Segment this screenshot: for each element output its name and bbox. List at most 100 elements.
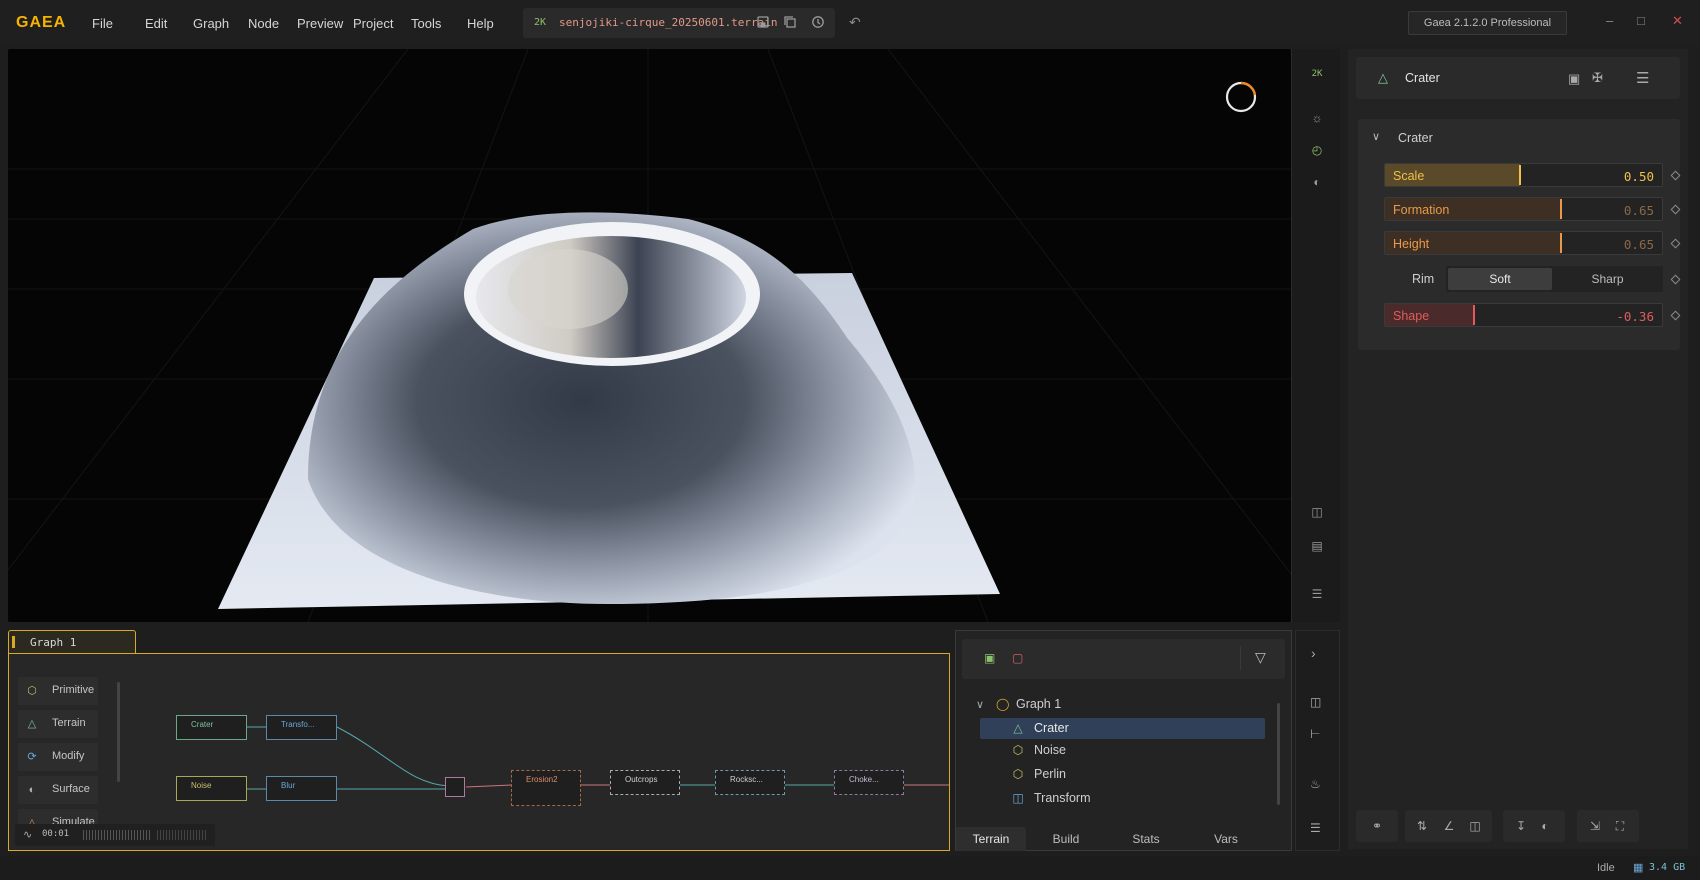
- fullscreen-icon[interactable]: ⛶: [1612, 818, 1628, 834]
- split-view-icon[interactable]: ◫: [1308, 503, 1326, 521]
- shape-value: -0.36: [1616, 309, 1654, 324]
- formation-slider[interactable]: Formation 0.65: [1384, 197, 1663, 221]
- node-graph[interactable]: ⬡ Primitive △ Terrain ⟳ Modify ◐ Surface…: [8, 653, 950, 851]
- tab-stats[interactable]: Stats: [1106, 827, 1186, 851]
- layout-icon[interactable]: ▣: [1568, 71, 1580, 87]
- menu-icon[interactable]: ☰: [1636, 69, 1649, 87]
- height-value: 0.65: [1623, 237, 1654, 252]
- graph-node-crater[interactable]: Crater: [176, 715, 247, 740]
- tree-item-perlin[interactable]: Perlin: [1034, 767, 1066, 781]
- app-logo: GAEA: [16, 14, 67, 31]
- rim-keyframe-icon[interactable]: [1670, 274, 1681, 285]
- menu-graph[interactable]: Graph: [193, 16, 229, 31]
- scale-value: 0.50: [1623, 169, 1654, 184]
- toolbar-group-3: ↧ ◐: [1503, 810, 1565, 842]
- maximize-icon[interactable]: □: [1637, 13, 1645, 28]
- graph-node-blur[interactable]: Blur: [266, 776, 337, 801]
- add-node-icon[interactable]: ⚭: [1369, 818, 1385, 834]
- height-keyframe-icon[interactable]: [1670, 238, 1681, 249]
- menu-project[interactable]: Project: [353, 16, 393, 31]
- 3d-viewport[interactable]: [8, 49, 1291, 622]
- memory-usage: 3.4 GB: [1649, 862, 1686, 873]
- tab-terrain[interactable]: Terrain: [956, 827, 1026, 851]
- graph-icon: ◯: [996, 697, 1010, 711]
- graph-node-choke[interactable]: Choke...: [834, 770, 904, 795]
- undo-icon[interactable]: ↶: [849, 14, 861, 31]
- gauge-icon[interactable]: ◴: [1308, 141, 1326, 159]
- viewport-resolution[interactable]: 2K: [1308, 65, 1326, 83]
- menu-file[interactable]: File: [92, 16, 113, 31]
- graph-node-rockscape[interactable]: Rocksc...: [715, 770, 785, 795]
- axis-icon[interactable]: ✠: [1592, 70, 1603, 86]
- status-state: Idle: [1597, 862, 1615, 874]
- contrast-icon[interactable]: ◐: [1308, 173, 1326, 191]
- shape-keyframe-icon[interactable]: [1670, 310, 1681, 321]
- resolution-badge[interactable]: 2K: [534, 17, 546, 28]
- transform-tree-icon: ◫: [1012, 791, 1024, 805]
- collapse-view-icon[interactable]: ⇲: [1587, 818, 1603, 834]
- fire-icon[interactable]: ♨: [1310, 777, 1321, 791]
- graph-node-combine[interactable]: [445, 777, 465, 797]
- unfocus-icon[interactable]: ▢: [1012, 651, 1023, 665]
- menu-preview[interactable]: Preview: [297, 16, 343, 31]
- graph-tab[interactable]: Graph 1: [8, 630, 136, 654]
- height-label: Height: [1393, 237, 1430, 251]
- crater-properties: ∨ Crater Scale 0.50 Formation 0.65 Heigh…: [1358, 119, 1681, 350]
- contrast-toggle-icon[interactable]: ◐: [1537, 818, 1553, 834]
- toolbar-group-4: ⇲ ⛶: [1577, 810, 1639, 842]
- menu-node[interactable]: Node: [248, 16, 279, 31]
- tree-collapse-icon[interactable]: ∨: [976, 698, 984, 711]
- sun-icon[interactable]: ☼: [1308, 109, 1326, 127]
- menu-tools[interactable]: Tools: [411, 16, 441, 31]
- filter-icon[interactable]: ▽: [1255, 649, 1266, 666]
- scale-slider[interactable]: Scale 0.50: [1384, 163, 1663, 187]
- collapse-icon[interactable]: ∨: [1372, 130, 1380, 143]
- tab-build[interactable]: Build: [1026, 827, 1106, 851]
- copy-icon[interactable]: ◫: [1310, 695, 1321, 709]
- terrain-render: [8, 49, 1291, 622]
- file-name: senjojiki-cirque_20250601.terrain: [559, 16, 778, 29]
- side-toolbar: › ◫ ⊢ ♨ ☰: [1295, 630, 1340, 851]
- graph-node-erosion2[interactable]: Erosion2: [511, 770, 581, 806]
- tree-item-noise[interactable]: Noise: [1034, 743, 1066, 757]
- tree-view-icon[interactable]: ⊢: [1310, 727, 1320, 741]
- pulse-icon: ∿: [23, 829, 33, 841]
- focus-icon[interactable]: ▣: [984, 651, 995, 665]
- formation-keyframe-icon[interactable]: [1670, 204, 1681, 215]
- shape-slider[interactable]: Shape -0.36: [1384, 303, 1663, 327]
- rim-toggle: Soft Sharp: [1446, 266, 1663, 292]
- tree-root[interactable]: Graph 1: [1016, 697, 1061, 711]
- swap-icon[interactable]: ⇅: [1414, 818, 1430, 834]
- expand-icon[interactable]: ›: [1311, 645, 1316, 661]
- scale-keyframe-icon[interactable]: [1670, 170, 1681, 181]
- tab-vars[interactable]: Vars: [1186, 827, 1266, 851]
- close-icon[interactable]: ✕: [1672, 13, 1683, 29]
- angle-icon[interactable]: ∠: [1441, 818, 1457, 834]
- status-bar: Idle ▦ 3.4 GB: [0, 856, 1700, 880]
- history-icon[interactable]: [810, 15, 826, 31]
- menu-edit[interactable]: Edit: [145, 16, 167, 31]
- rim-sharp-option[interactable]: Sharp: [1554, 268, 1661, 290]
- height-slider[interactable]: Height 0.65: [1384, 231, 1663, 255]
- list-menu-icon[interactable]: ☰: [1310, 821, 1321, 835]
- graph-node-noise[interactable]: Noise: [176, 776, 247, 801]
- shape-label: Shape: [1393, 309, 1430, 323]
- file-box: 2K senjojiki-cirque_20250601.terrain: [523, 8, 835, 38]
- graph-wires: [247, 726, 949, 790]
- frame-icon[interactable]: ▤: [1308, 537, 1326, 555]
- tree-item-crater[interactable]: △ Crater: [980, 718, 1265, 739]
- scale-label: Scale: [1393, 169, 1425, 183]
- compare-icon[interactable]: ◫: [1467, 818, 1483, 834]
- save-icon[interactable]: [755, 15, 771, 31]
- tree-item-transform[interactable]: Transform: [1034, 791, 1091, 805]
- minimize-icon[interactable]: –: [1606, 13, 1613, 28]
- export-icon[interactable]: ↧: [1513, 818, 1529, 834]
- memory-icon: ▦: [1633, 862, 1644, 874]
- duplicate-icon[interactable]: [782, 15, 798, 31]
- tree-scrollbar[interactable]: [1277, 703, 1280, 805]
- list-icon[interactable]: ☰: [1308, 585, 1326, 603]
- menu-help[interactable]: Help: [467, 16, 494, 31]
- graph-node-outcrops[interactable]: Outcrops: [610, 770, 680, 795]
- graph-node-transform[interactable]: Transfo...: [266, 715, 337, 740]
- rim-soft-option[interactable]: Soft: [1448, 268, 1552, 290]
